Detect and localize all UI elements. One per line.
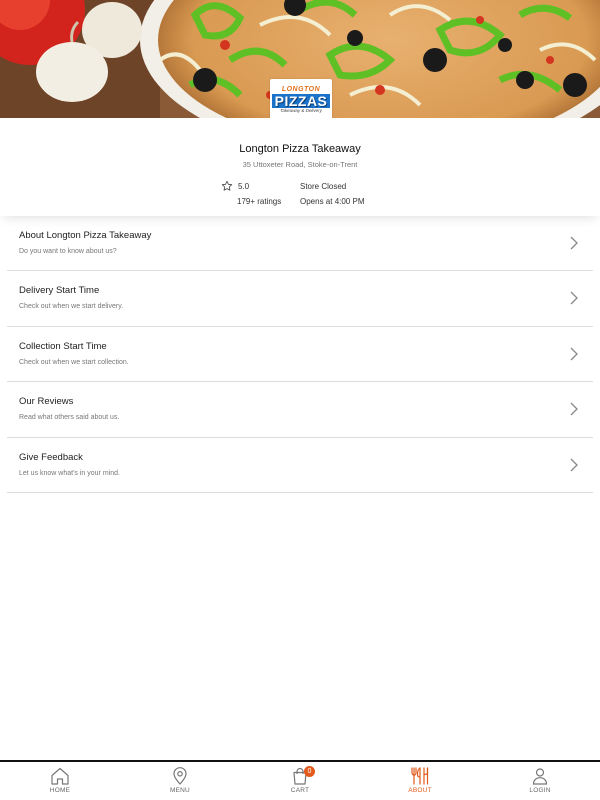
nav-item-home[interactable]: HOME bbox=[0, 762, 120, 800]
list-item-title: About Longton Pizza Takeaway bbox=[19, 230, 152, 241]
logo-line3: Takeaway & Delivery bbox=[280, 108, 322, 113]
list-item-title: Give Feedback bbox=[19, 451, 83, 463]
list-item-title: Our Reviews bbox=[19, 396, 74, 408]
logo-line2: PIZZAS bbox=[271, 94, 331, 108]
chevron-right-icon bbox=[570, 291, 578, 305]
store-logo: LONGTON PIZZAS Takeaway & Delivery bbox=[270, 79, 332, 118]
store-name: Longton Pizza Takeaway bbox=[239, 143, 361, 155]
list-item-title: Delivery Start Time bbox=[19, 285, 100, 297]
star-icon bbox=[221, 180, 233, 191]
list-item-subtitle: Let us know what's in your mind. bbox=[19, 469, 120, 477]
chevron-right-icon bbox=[570, 347, 578, 361]
rating-value: 5.0 bbox=[238, 182, 250, 191]
nav-label: ABOUT bbox=[408, 787, 432, 794]
list-item-title: Collection Start Time bbox=[19, 340, 107, 352]
store-opening-time: Opens at 4:00 PM bbox=[300, 197, 365, 206]
ratings-count: 179+ ratings bbox=[237, 197, 282, 206]
list-item-collection-start-time[interactable]: Collection Start Time Check out when we … bbox=[7, 327, 593, 383]
hero-banner: LONGTON PIZZAS Takeaway & Delivery bbox=[0, 0, 600, 118]
list-item-give-feedback[interactable]: Give Feedback Let us know what's in your… bbox=[7, 438, 593, 493]
chevron-right-icon bbox=[570, 236, 578, 250]
nav-item-about[interactable]: ABOUT bbox=[360, 762, 480, 800]
bottom-navigation: HOME MENU CART ABOUT LOGIN 0 bbox=[0, 760, 600, 800]
cart-count-badge: 0 bbox=[304, 766, 315, 777]
nav-label: HOME bbox=[49, 787, 71, 794]
nav-label: LOGIN bbox=[529, 787, 551, 794]
list-item-subtitle: Check out when we start collection. bbox=[19, 358, 129, 366]
store-info: Longton Pizza Takeaway 35 Uttoxeter Road… bbox=[0, 118, 600, 216]
list-item-our-reviews[interactable]: Our Reviews Read what others said about … bbox=[7, 382, 593, 438]
cutlery-icon bbox=[411, 767, 429, 785]
location-pin-icon bbox=[173, 767, 187, 785]
list-item-delivery-start-time[interactable]: Delivery Start Time Check out when we st… bbox=[7, 271, 593, 327]
list-item-about[interactable]: About Longton Pizza Takeaway Do you want… bbox=[7, 216, 593, 272]
store-status: Store Closed bbox=[300, 182, 347, 191]
nav-label: CART bbox=[290, 787, 310, 794]
nav-item-cart[interactable]: CART bbox=[240, 762, 360, 800]
nav-item-login[interactable]: LOGIN bbox=[480, 762, 600, 800]
user-icon bbox=[532, 768, 548, 785]
list-item-subtitle: Do you want to know about us? bbox=[19, 248, 117, 255]
store-address: 35 Uttoxeter Road, Stoke-on-Trent bbox=[242, 160, 358, 169]
about-menu-list: About Longton Pizza Takeaway Do you want… bbox=[7, 216, 593, 493]
home-icon bbox=[51, 767, 69, 785]
nav-label: MENU bbox=[170, 787, 190, 794]
list-item-subtitle: Check out when we start delivery. bbox=[19, 303, 124, 311]
chevron-right-icon bbox=[570, 402, 578, 416]
list-item-subtitle: Read what others said about us. bbox=[19, 414, 120, 422]
chevron-right-icon bbox=[570, 458, 578, 472]
nav-item-menu[interactable]: MENU bbox=[120, 762, 240, 800]
